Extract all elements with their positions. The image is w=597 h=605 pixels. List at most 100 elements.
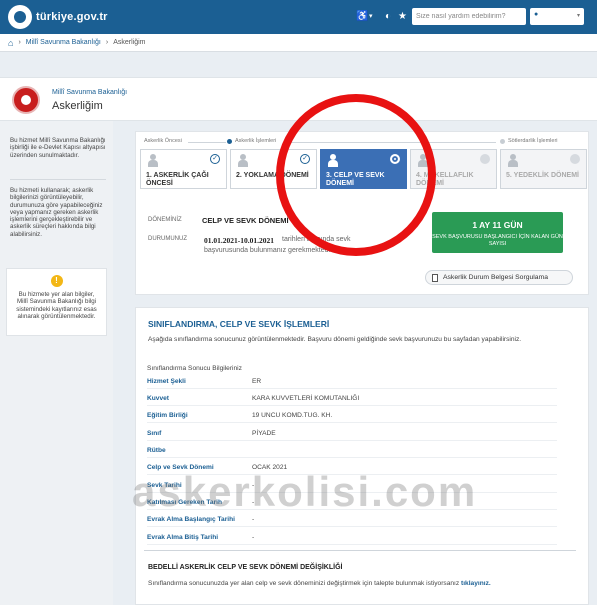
change-link[interactable]: tıklayınız. — [461, 580, 491, 587]
row-label: Hizmet Şekli — [147, 378, 186, 385]
top-header: türkiye.gov.tr ♿ ▾ ◐ ★ ● ▾ — [0, 0, 597, 34]
page-title-band: Millî Savunma Bakanlığı Askerliğim — [0, 77, 597, 121]
step-label: 2. YOKLAMA DÖNEMİ — [236, 172, 309, 179]
certificate-query-button[interactable]: Askerlik Durum Belgesi Sorgulama — [425, 270, 573, 285]
language-caret-icon[interactable]: ▾ — [369, 11, 373, 23]
change-text: Sınıflandırma sonucunuzda yer alan celp … — [148, 580, 460, 587]
search-box[interactable] — [412, 8, 526, 25]
row-label: Katılması Gereken Tarih — [147, 499, 223, 506]
check-icon: ✓ — [300, 154, 310, 164]
row-label: Evrak Alma Başlangıç Tarihi — [147, 516, 235, 523]
change-description: Sınıflandırma sonucunuzda yer alan celp … — [148, 580, 491, 587]
row-value: PİYADE — [252, 430, 276, 437]
person-icon — [148, 154, 158, 167]
service-usage-text: Bu hizmeti kullanarak; askerlik bilgiler… — [10, 187, 103, 238]
sidebar: Bu hizmet Millî Savunma Bakanlığı işbirl… — [0, 121, 113, 605]
step-label: 1. ASKERLİK ÇAĞI ÖNCESİ — [146, 172, 209, 187]
accessibility-icon[interactable]: ♿ — [356, 11, 368, 23]
row-value: KARA KUVVETLERİ KOMUTANLIĞI — [252, 395, 360, 402]
classification-results: Sınıflandırma Sonucu Bilgileriniz Hizmet… — [144, 356, 568, 548]
service-provider-text: Bu hizmet Millî Savunma Bakanlığı işbirl… — [10, 137, 106, 159]
change-title: BEDELLİ ASKERLİK CELP VE SEVK DÖNEMİ DEĞ… — [148, 564, 343, 571]
phase-dot — [227, 139, 232, 144]
table-row: Katılması Gereken Tarih - — [147, 497, 557, 510]
breadcrumb-ministry[interactable]: Millî Savunma Bakanlığı — [26, 39, 101, 46]
row-label: Eğitim Birliği — [147, 412, 188, 419]
state-label: DURUMUNUZ — [148, 236, 187, 242]
phase-process-label: Askerlik İşlemleri — [235, 138, 277, 144]
step-3[interactable]: 3. CELP VE SEVK DÖNEMİ — [320, 149, 407, 189]
row-value: - — [252, 534, 255, 541]
phase-after-label: Sötlerdarlik İşlemleri — [508, 138, 558, 144]
section-description: Aşağıda sınıflandırma sonucunuz görüntül… — [148, 336, 522, 343]
person-icon — [508, 154, 518, 167]
logo-text: türkiye.gov.tr — [36, 11, 108, 23]
info-box: ! Bu hizmete yer alan bilgiler, Millî Sa… — [6, 268, 107, 336]
table-row: Hizmet Şekli ER — [147, 376, 557, 389]
table-row: Evrak Alma Bitiş Tarihi - — [147, 532, 557, 545]
row-value: - — [252, 516, 255, 523]
step-1[interactable]: ✓ 1. ASKERLİK ÇAĞI ÖNCESİ — [140, 149, 227, 189]
phase-before-label: Askerlik Öncesi — [144, 138, 182, 144]
ministry-link[interactable]: Millî Savunma Bakanlığı — [52, 89, 127, 96]
section-title: SINIFLANDIRMA, CELP VE SEVK İŞLEMLERİ — [148, 319, 330, 329]
term-label: DÖNEMİNİZ — [148, 217, 182, 223]
chevron-down-icon: ▾ — [576, 13, 580, 19]
step-5[interactable]: 5. YEDEKLİK DÖNEMİ — [500, 149, 587, 189]
radio-selected-icon — [390, 154, 400, 164]
user-icon: ● — [534, 11, 539, 18]
clipboard-icon — [238, 154, 248, 167]
row-value: ER — [252, 378, 262, 385]
ministry-emblem-icon — [12, 86, 40, 114]
certificate-query-label: Askerlik Durum Belgesi Sorgulama — [443, 274, 549, 281]
walking-person-icon — [328, 154, 338, 167]
step-2[interactable]: ✓ 2. YOKLAMA DÖNEMİ — [230, 149, 317, 189]
table-row: Celp ve Sevk Dönemi OCAK 2021 — [147, 462, 557, 475]
row-label: Celp ve Sevk Dönemi — [147, 464, 214, 471]
search-input[interactable] — [412, 8, 526, 25]
info-text: Bu hizmete yer alan bilgiler, Millî Savu… — [16, 291, 97, 320]
breadcrumb-separator: › — [105, 39, 109, 46]
breadcrumb-separator: › — [18, 39, 21, 46]
row-label: Evrak Alma Bitiş Tarihi — [147, 534, 219, 541]
table-row: Sınıf PİYADE — [147, 428, 557, 441]
table-row: Evrak Alma Başlangıç Tarihi - — [147, 514, 557, 527]
step-4[interactable]: 4. MUKELLAFLIK DÖNEMİ — [410, 149, 497, 189]
status-card: Askerlik Öncesi Askerlik İşlemleri Sötle… — [135, 131, 589, 295]
row-label: Kuvvet — [147, 395, 169, 402]
row-value: - — [252, 499, 255, 506]
breadcrumb: ⌂ › Millî Savunma Bakanlığı › Askerliğim — [0, 34, 597, 52]
table-row: Rütbe — [147, 445, 557, 458]
state-value: 01.01.2021-10.01.2021 — [204, 236, 274, 245]
page-title: Askerliğim — [52, 100, 103, 112]
phase-dot — [500, 139, 505, 144]
step-label: 5. YEDEKLİK DÖNEMİ — [506, 172, 579, 179]
check-icon: ✓ — [210, 154, 220, 164]
section-divider — [144, 550, 576, 551]
term-value: CELP VE SEVK DÖNEMİ — [202, 216, 289, 225]
info-icon: ! — [50, 275, 63, 287]
row-value: - — [252, 482, 255, 489]
row-label: Rütbe — [147, 447, 166, 454]
star-icon[interactable]: ★ — [398, 11, 407, 23]
row-value: 19 UNCU KOMD.TUG. KH. — [252, 412, 333, 419]
table-row: Kuvvet KARA KUVVETLERİ KOMUTANLIĞI — [147, 393, 557, 406]
table-row: Eğitim Birliği 19 UNCU KOMD.TUG. KH. — [147, 410, 557, 423]
classification-card: SINIFLANDIRMA, CELP VE SEVK İŞLEMLERİ Aş… — [135, 307, 589, 605]
brightness-icon[interactable]: ◐ — [385, 11, 391, 23]
phase-line — [286, 142, 496, 143]
site-logo[interactable]: türkiye.gov.tr — [8, 5, 108, 29]
row-label: Sınıf — [147, 430, 162, 437]
counter-value: 1 AY 11 GÜN — [472, 220, 523, 230]
radio-empty-icon — [570, 154, 580, 164]
radio-empty-icon — [480, 154, 490, 164]
breadcrumb-current: Askerliğim — [113, 39, 146, 46]
row-label: Sevk Tarihi — [147, 482, 182, 489]
remaining-days-counter: 1 AY 11 GÜN SEVK BAŞVURUSU BAŞLANGICI İÇ… — [432, 212, 563, 253]
home-icon[interactable]: ⌂ — [8, 38, 13, 48]
results-header: Sınıflandırma Sonucu Bilgileriniz — [147, 365, 242, 372]
phase-line — [188, 142, 226, 143]
logo-mark-icon — [8, 5, 32, 29]
user-menu[interactable]: ● ▾ — [530, 8, 584, 25]
row-value: OCAK 2021 — [252, 464, 288, 471]
